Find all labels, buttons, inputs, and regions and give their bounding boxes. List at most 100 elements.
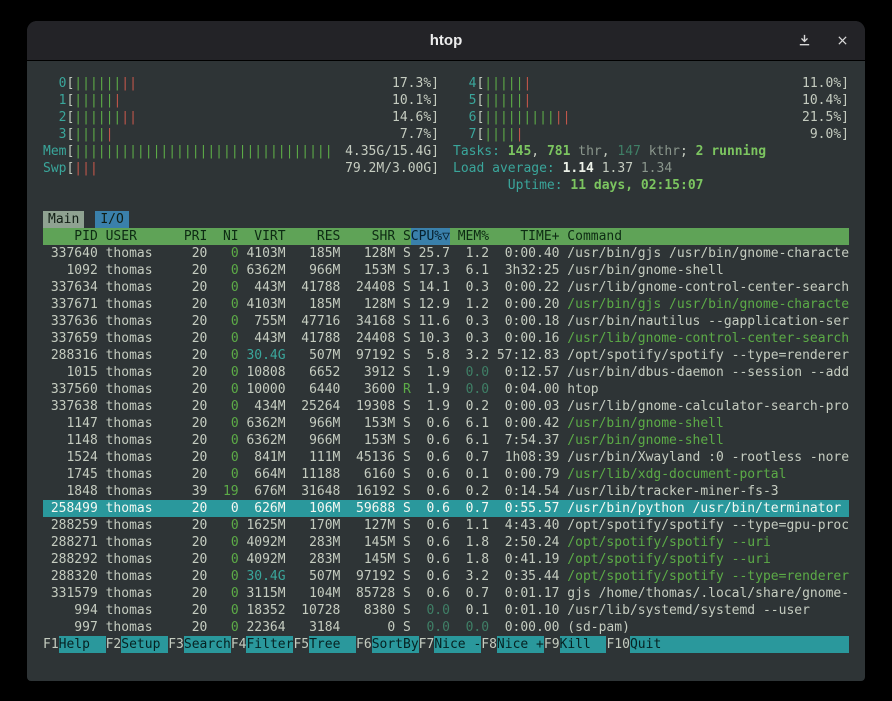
cpu2-meter-label: 2 <box>43 109 66 126</box>
cpu2-meter: 2[||||||||14.6%] <box>43 109 439 126</box>
time-cell: 0:14.54 <box>489 483 559 500</box>
mem-cell: 1.8 <box>450 551 489 568</box>
process-row[interactable]: 331579thomas2003115M104M85728S0.60.70:01… <box>43 585 849 602</box>
cpu1-meter-value: 10.1% <box>389 92 431 109</box>
process-row[interactable]: 1147thomas2006362M966M153MS0.66.10:00.42… <box>43 415 849 432</box>
process-row[interactable]: 288292thomas2004092M283M145MS0.61.80:41.… <box>43 551 849 568</box>
column-header-shr[interactable]: SHR <box>340 228 395 245</box>
close-icon[interactable] <box>833 32 851 50</box>
fn-nice-[interactable]: F8Nice + <box>481 636 544 653</box>
column-header-cpu[interactable]: CPU%▽ <box>411 228 450 245</box>
process-row[interactable]: 337671thomas2004103M185M128MS12.91.20:00… <box>43 296 849 313</box>
uptime-segment: 11 days, 02:15:07 <box>570 178 703 193</box>
fn-quit[interactable]: F10Quit <box>606 636 849 653</box>
close-icon-glyph <box>836 34 849 47</box>
process-row[interactable]: 288320thomas20030.4G507M97192S0.63.20:35… <box>43 568 849 585</box>
ni-cell: 0 <box>207 262 238 279</box>
fn-setup[interactable]: F2Setup <box>106 636 169 653</box>
process-row[interactable]: 1524thomas200841M111M45136S0.60.71h08:39… <box>43 449 849 466</box>
process-row[interactable]: 994thomas20018352107288380S0.00.10:01.10… <box>43 602 849 619</box>
column-header-cmd[interactable]: Command <box>559 228 849 245</box>
meter-ticks: ||||| <box>74 126 113 143</box>
tab-io[interactable]: I/O <box>95 211 128 228</box>
fn-filter[interactable]: F4Filter <box>231 636 294 653</box>
column-header-mem[interactable]: MEM% <box>450 228 489 245</box>
column-header-time[interactable]: TIME+ <box>489 228 559 245</box>
process-row[interactable]: 337634thomas200443M4178824408S14.10.30:0… <box>43 279 849 296</box>
fn-key-number: F2 <box>106 636 122 653</box>
virt-cell: 4103M <box>239 245 286 262</box>
cmd-cell: /usr/lib/gnome-calculator-search-prov <box>559 398 849 415</box>
virt-cell: 6362M <box>239 262 286 279</box>
time-cell: 0:00.20 <box>489 296 559 313</box>
column-header-user[interactable]: USER <box>98 228 176 245</box>
cmd-cell: /usr/bin/gnome-shell <box>559 415 849 432</box>
user-cell: thomas <box>98 602 176 619</box>
pri-cell: 20 <box>176 534 207 551</box>
s-cell: S <box>395 364 411 381</box>
fn-key-number: F10 <box>606 636 629 653</box>
fn-key-number: F7 <box>419 636 435 653</box>
fn-help[interactable]: F1Help <box>43 636 106 653</box>
process-row[interactable]: 1148thomas2006362M966M153MS0.66.17:54.37… <box>43 432 849 449</box>
tab-main[interactable]: Main <box>43 211 84 228</box>
table-header-row: PIDUSERPRINIVIRTRESSHRSCPU%▽MEM%TIME+Com… <box>43 228 849 245</box>
ni-cell: 0 <box>207 585 238 602</box>
column-header-ni[interactable]: NI <box>207 228 238 245</box>
meter-close-bracket: ] <box>431 126 439 143</box>
fn-search[interactable]: F3Search <box>168 636 231 653</box>
cpu-cell: 0.6 <box>411 483 450 500</box>
pri-cell: 20 <box>176 551 207 568</box>
column-header-pri[interactable]: PRI <box>176 228 207 245</box>
tasks-summary-segment: kthr <box>641 144 680 159</box>
ni-cell: 0 <box>207 398 238 415</box>
fn-kill[interactable]: F9Kill <box>544 636 607 653</box>
user-cell: thomas <box>98 483 176 500</box>
process-row[interactable]: 258499thomas200626M106M59688S0.60.70:55.… <box>43 500 849 517</box>
process-row[interactable]: 337659thomas200443M4178824408S10.30.30:0… <box>43 330 849 347</box>
meter-close-bracket: ] <box>431 92 439 109</box>
process-row[interactable]: 288259thomas2001625M170M127MS0.61.14:43.… <box>43 517 849 534</box>
user-cell: thomas <box>98 398 176 415</box>
fn-tree[interactable]: F5Tree <box>293 636 356 653</box>
pid-cell: 337671 <box>43 296 98 313</box>
meter-open-bracket: [ <box>66 109 74 126</box>
column-header-virt[interactable]: VIRT <box>239 228 286 245</box>
download-icon[interactable] <box>795 32 813 50</box>
virt-cell: 4103M <box>239 296 286 313</box>
pri-cell: 39 <box>176 483 207 500</box>
cmd-cell: /usr/bin/nautilus --gapplication-serv <box>559 313 849 330</box>
fn-sortby[interactable]: F6SortBy <box>356 636 419 653</box>
pri-cell: 20 <box>176 568 207 585</box>
shr-cell: 145M <box>340 551 395 568</box>
shr-cell: 34168 <box>340 313 395 330</box>
meter-open-bracket: [ <box>66 143 74 160</box>
meter-open-bracket: [ <box>66 92 74 109</box>
process-row[interactable]: 337560thomas2001000064403600R1.90.00:04.… <box>43 381 849 398</box>
cpu-cell: 0.6 <box>411 466 450 483</box>
process-row[interactable]: 288316thomas20030.4G507M97192S5.83.257:1… <box>43 347 849 364</box>
window-titlebar[interactable]: htop <box>27 21 865 61</box>
column-header-s[interactable]: S <box>395 228 411 245</box>
process-row[interactable]: 997thomas2002236431840S0.00.00:00.00(sd-… <box>43 619 849 636</box>
virt-cell: 443M <box>239 330 286 347</box>
ni-cell: 0 <box>207 296 238 313</box>
process-row[interactable]: 288271thomas2004092M283M145MS0.61.82:50.… <box>43 534 849 551</box>
fn-action-label: Quit <box>630 636 849 653</box>
process-row[interactable]: 337638thomas200434M2526419308S1.90.20:00… <box>43 398 849 415</box>
mem-cell: 0.7 <box>450 449 489 466</box>
process-row[interactable]: 1015thomas2001080866523912S1.90.00:12.57… <box>43 364 849 381</box>
column-header-pid[interactable]: PID <box>43 228 98 245</box>
process-row[interactable]: 1092thomas2006362M966M153MS17.36.13h32:2… <box>43 262 849 279</box>
cpu6-meter-value: 21.5% <box>799 109 841 126</box>
column-header-res[interactable]: RES <box>286 228 341 245</box>
process-row[interactable]: 337640thomas2004103M185M128MS25.71.20:00… <box>43 245 849 262</box>
meter-tick-run: || <box>121 110 137 125</box>
process-row[interactable]: 1848thomas3919676M3164816192S0.60.20:14.… <box>43 483 849 500</box>
meter-tick-run: |||||| <box>74 110 121 125</box>
fn-action-label: Filter <box>246 636 293 653</box>
virt-cell: 4092M <box>239 534 286 551</box>
process-row[interactable]: 337636thomas200755M4771634168S11.60.30:0… <box>43 313 849 330</box>
process-row[interactable]: 1745thomas200664M111886160S0.60.10:00.79… <box>43 466 849 483</box>
fn-nice-[interactable]: F7Nice - <box>419 636 482 653</box>
